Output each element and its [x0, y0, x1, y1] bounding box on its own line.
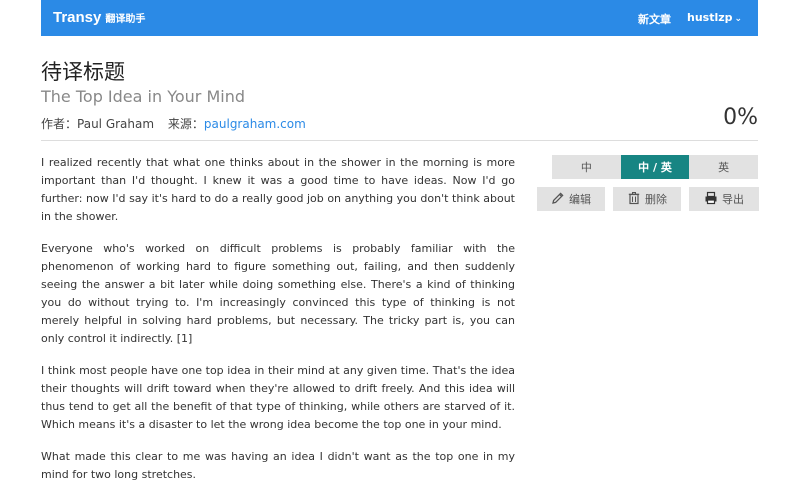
paragraph[interactable]: Everyone who's worked on difficult probl…: [41, 240, 515, 348]
divider: [41, 140, 758, 141]
printer-icon: [704, 191, 718, 208]
brand-name[interactable]: Transy: [53, 9, 101, 26]
article-content: I realized recently that what one thinks…: [41, 154, 515, 498]
trash-icon: [627, 191, 641, 208]
progress-percent: 0%: [723, 105, 758, 130]
edit-label: 编辑: [569, 193, 591, 206]
language-toggle: 中 中 / 英 英: [552, 155, 759, 179]
export-label: 导出: [722, 193, 744, 206]
brand[interactable]: Transy 翻译助手: [53, 9, 145, 27]
author-label: 作者：: [41, 117, 78, 131]
article-title: The Top Idea in Your Mind: [41, 87, 245, 106]
author-name: Paul Graham: [77, 117, 155, 131]
article-meta: 作者：Paul Graham 来源：paulgraham.com: [41, 115, 306, 132]
new-article-link[interactable]: 新文章: [638, 11, 671, 27]
brand-subtitle[interactable]: 翻译助手: [105, 14, 145, 25]
action-buttons: 编辑 删除 导出: [537, 187, 759, 211]
lang-option-bilingual[interactable]: 中 / 英: [620, 155, 690, 179]
navbar: Transy 翻译助手 新文章 hustlzp ⌄: [41, 0, 758, 36]
export-button[interactable]: 导出: [689, 187, 759, 211]
source-label: 来源：: [167, 117, 204, 131]
paragraph[interactable]: I think most people have one top idea in…: [41, 362, 515, 434]
chevron-down-icon[interactable]: ⌄: [735, 14, 743, 24]
delete-label: 删除: [645, 193, 667, 206]
source-link[interactable]: paulgraham.com: [204, 117, 306, 131]
lang-option-en[interactable]: 英: [689, 155, 759, 179]
paragraph[interactable]: I realized recently that what one thinks…: [41, 154, 515, 226]
page-title: 待译标题: [41, 60, 125, 84]
paragraph[interactable]: What made this clear to me was having an…: [41, 448, 515, 484]
delete-button[interactable]: 删除: [613, 187, 681, 211]
pencil-icon: [551, 191, 565, 208]
edit-button[interactable]: 编辑: [537, 187, 605, 211]
lang-option-zh[interactable]: 中: [552, 155, 621, 179]
user-name[interactable]: hustlzp: [687, 11, 733, 24]
user-menu[interactable]: hustlzp ⌄: [687, 11, 742, 24]
